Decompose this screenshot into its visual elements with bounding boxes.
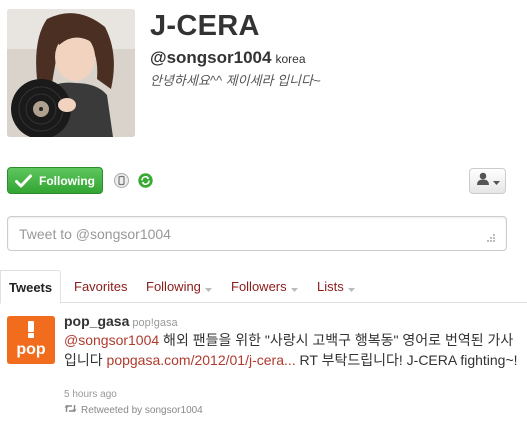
tab-favorites[interactable]: Favorites: [74, 270, 127, 303]
retweet-notification-icon[interactable]: [138, 173, 153, 188]
tab-followers-label: Followers: [231, 279, 287, 294]
tab-following[interactable]: Following: [146, 270, 212, 303]
retweeted-by: Retweeted by songsor1004: [64, 404, 203, 416]
tab-lists-label: Lists: [317, 279, 344, 294]
tweet-author[interactable]: pop_gasa pop!gasa: [64, 313, 178, 331]
profile-avatar[interactable]: [7, 9, 135, 137]
tab-following-label: Following: [146, 279, 201, 294]
tweet-author-name[interactable]: pop_gasa: [64, 313, 129, 329]
profile-bio: 안녕하세요^^ 제이세라 입니다~: [150, 73, 321, 88]
profile-location: korea: [275, 52, 306, 66]
handle-line: @songsor1004 korea: [150, 48, 306, 68]
tweet-to-input[interactable]: [7, 216, 507, 251]
tweet-author-handle: pop!gasa: [132, 317, 178, 329]
caret-down-icon: [347, 271, 355, 304]
phone-icon[interactable]: [114, 173, 129, 188]
check-icon: [15, 174, 32, 188]
pop-logo: pop: [7, 316, 55, 364]
tweet-timestamp[interactable]: 5 hours ago: [64, 389, 117, 400]
tweet-text: @songsor1004 해외 팬들을 위한 "사랑시 고백구 행복동" 영어로…: [64, 330, 520, 370]
tab-lists[interactable]: Lists: [317, 270, 355, 303]
tweet-mention-link[interactable]: @songsor1004: [64, 332, 159, 348]
caret-down-icon: [290, 271, 298, 304]
user-actions-button[interactable]: [469, 168, 506, 194]
profile-tabs: Tweets Favorites Following Followers Lis…: [0, 270, 527, 304]
retweet-icon: [64, 404, 77, 416]
pop-logo-text: pop: [16, 341, 46, 358]
following-button[interactable]: Following: [7, 167, 103, 194]
profile-name: J-CERA: [150, 10, 260, 42]
caret-down-icon: [204, 271, 212, 304]
resize-grip-icon[interactable]: [486, 230, 496, 248]
tab-favorites-label: Favorites: [74, 279, 128, 294]
tab-tweets[interactable]: Tweets: [0, 270, 62, 304]
tweet-avatar[interactable]: pop: [7, 316, 55, 364]
following-button-label: Following: [39, 173, 95, 188]
tweet-text-part2: RT 부탁드립니다! J-CERA fighting~!: [295, 352, 518, 368]
profile-handle: @songsor1004: [150, 48, 272, 67]
tab-tweets-label: Tweets: [9, 280, 53, 295]
caret-down-icon: [492, 172, 500, 190]
person-icon: [476, 172, 490, 190]
profile-photo: [7, 9, 135, 137]
retweeted-by-label[interactable]: Retweeted by songsor1004: [81, 405, 203, 416]
tab-followers[interactable]: Followers: [231, 270, 298, 303]
tweet-url-link[interactable]: popgasa.com/2012/01/j-cera...: [107, 352, 296, 368]
